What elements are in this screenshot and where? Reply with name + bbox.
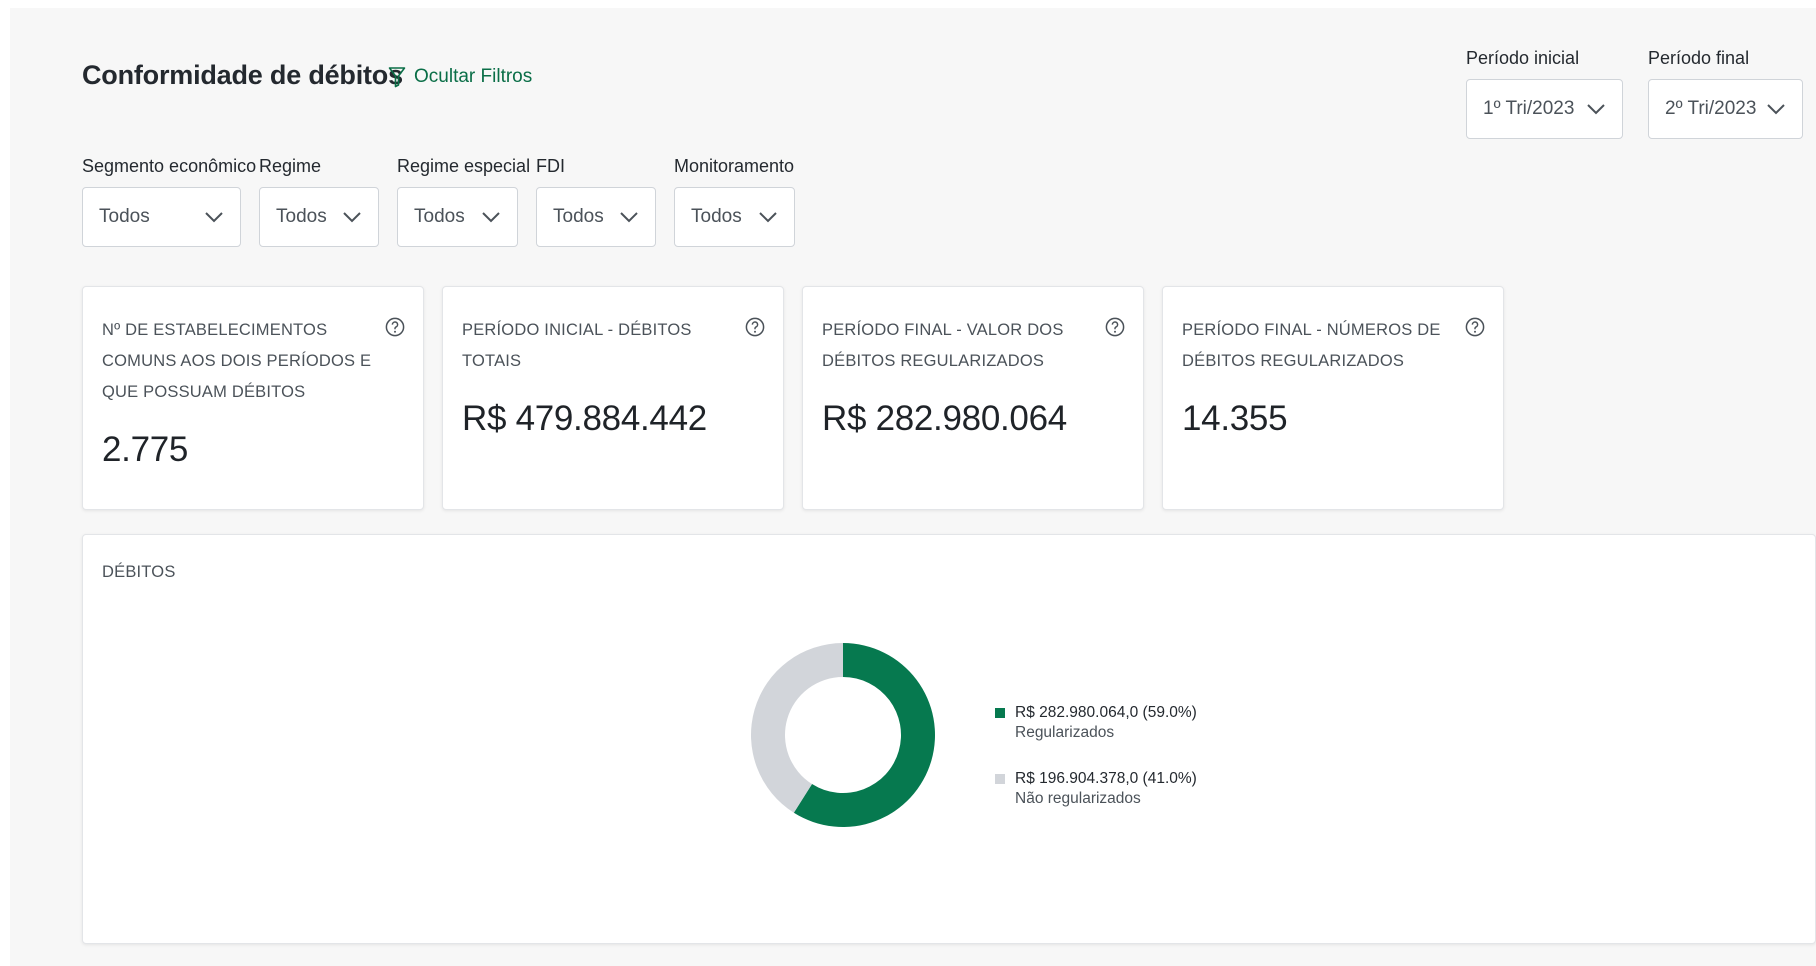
debitos-donut-chart [751, 643, 935, 827]
help-icon[interactable] [1465, 317, 1485, 342]
filter-monitoramento-label: Monitoramento [674, 156, 795, 176]
filter-regime-label: Regime [259, 156, 322, 176]
filter-fdi-select[interactable]: Todos [536, 187, 656, 247]
filter-fdi-value: Todos [553, 206, 604, 227]
kpi-card-numero-regularizados: Período final - Números de débitos regul… [1162, 286, 1504, 510]
filter-segmento-economico-value: Todos [99, 206, 150, 227]
chart-title: Débitos [102, 563, 176, 581]
kpi-value: 14.355 [1182, 399, 1288, 438]
kpi-value: 2.775 [102, 430, 189, 469]
help-icon[interactable] [385, 317, 405, 342]
filter-regime-value: Todos [276, 206, 327, 227]
filter-regime-especial-value: Todos [414, 206, 465, 227]
chevron-down-icon [1586, 103, 1606, 115]
kpi-value: R$ 282.980.064 [822, 399, 1067, 438]
period-final-value: 2º Tri/2023 [1665, 98, 1757, 119]
legend-item-regularizados[interactable]: R$ 282.980.064,0 (59.0%) Regularizados [995, 703, 1197, 743]
kpi-label: Período inicial - Débitos totais [462, 321, 692, 370]
chevron-down-icon [481, 211, 501, 223]
chevron-down-icon [758, 211, 778, 223]
filter-segmento-economico: Segmento econômico Todos [82, 156, 257, 247]
period-initial-value: 1º Tri/2023 [1483, 98, 1575, 119]
period-final-select[interactable]: 2º Tri/2023 [1648, 79, 1803, 139]
period-initial-label: Período inicial [1466, 48, 1580, 68]
kpi-label: Período final - Números de débitos regul… [1182, 321, 1441, 370]
chevron-down-icon [342, 211, 362, 223]
filter-regime-select[interactable]: Todos [259, 187, 379, 247]
hide-filters-button[interactable]: Ocultar Filtros [388, 66, 532, 88]
legend-value: R$ 282.980.064,0 (59.0%) [1015, 704, 1197, 721]
legend-name: Não regularizados [1015, 790, 1141, 807]
legend-swatch [995, 774, 1005, 784]
legend-value: R$ 196.904.378,0 (41.0%) [1015, 770, 1197, 787]
period-initial-select[interactable]: 1º Tri/2023 [1466, 79, 1623, 139]
legend-swatch [995, 708, 1005, 718]
donut-slice-nao-regularizados[interactable] [751, 643, 843, 813]
kpi-card-estabelecimentos: Nº de estabelecimentos comuns aos dois p… [82, 286, 424, 510]
filter-fdi: FDI Todos [536, 156, 656, 247]
filter-monitoramento-value: Todos [691, 206, 742, 227]
page: Conformidade de débitos Ocultar Filtros … [10, 8, 1816, 966]
help-icon[interactable] [1105, 317, 1125, 342]
debitos-chart-card: Débitos R$ 282.980.064,0 (59.0%) Regular… [82, 534, 1816, 944]
help-icon[interactable] [745, 317, 765, 342]
filter-monitoramento: Monitoramento Todos [674, 156, 795, 247]
period-final-field: Período final 2º Tri/2023 [1648, 48, 1803, 139]
kpi-card-debitos-totais: Período inicial - Débitos totais R$ 479.… [442, 286, 784, 510]
filter-regime-especial-select[interactable]: Todos [397, 187, 518, 247]
kpi-label: Nº de estabelecimentos comuns aos dois p… [102, 321, 372, 401]
chevron-down-icon [1766, 103, 1786, 115]
kpi-label: Período final - Valor dos débitos regula… [822, 321, 1064, 370]
filter-monitoramento-select[interactable]: Todos [674, 187, 795, 247]
page-title: Conformidade de débitos [82, 60, 403, 90]
legend-name: Regularizados [1015, 724, 1115, 741]
chevron-down-icon [619, 211, 639, 223]
filter-fdi-label: FDI [536, 156, 565, 176]
kpi-card-valor-regularizados: Período final - Valor dos débitos regula… [802, 286, 1144, 510]
period-final-label: Período final [1648, 48, 1750, 68]
kpi-value: R$ 479.884.442 [462, 399, 707, 438]
hide-filters-label: Ocultar Filtros [414, 66, 533, 87]
chart-legend: R$ 282.980.064,0 (59.0%) Regularizados R… [995, 703, 1197, 835]
chevron-down-icon [204, 211, 224, 223]
filter-regime: Regime Todos [259, 156, 379, 247]
filter-regime-especial: Regime especial Todos [397, 156, 531, 247]
period-initial-field: Período inicial 1º Tri/2023 [1466, 48, 1623, 139]
filter-regime-especial-label: Regime especial [397, 156, 531, 176]
filter-segmento-economico-select[interactable]: Todos [82, 187, 241, 247]
legend-item-nao-regularizados[interactable]: R$ 196.904.378,0 (41.0%) Não regularizad… [995, 769, 1197, 809]
filter-segmento-economico-label: Segmento econômico [82, 156, 257, 176]
filter-icon [388, 66, 406, 88]
